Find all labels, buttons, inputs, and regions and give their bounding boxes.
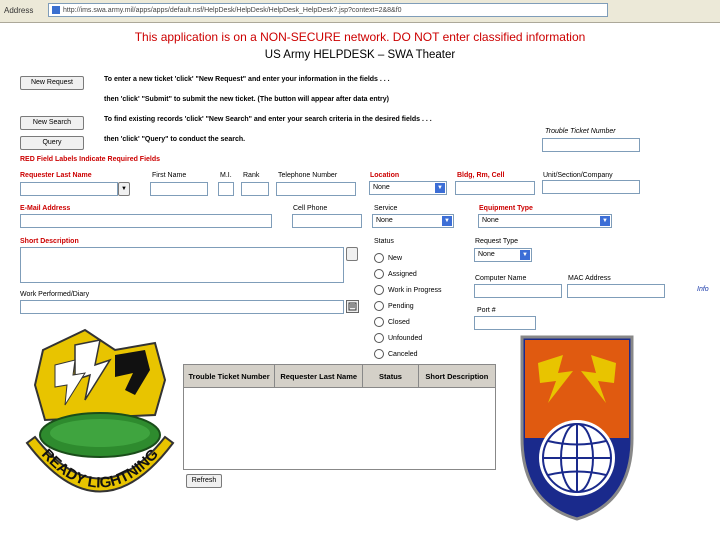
status-option-label: Pending — [388, 302, 414, 310]
status-option-label: Assigned — [388, 270, 417, 278]
status-option[interactable]: Pending — [374, 298, 442, 314]
spell-check-button[interactable] — [346, 247, 358, 261]
radio-icon — [374, 269, 384, 279]
request-type-label: Request Type — [475, 238, 519, 245]
new-search-button[interactable]: New Search — [20, 116, 84, 130]
trouble-ticket-label: Trouble Ticket Number — [545, 128, 616, 135]
status-option[interactable]: New — [374, 250, 442, 266]
status-option[interactable]: Canceled — [374, 346, 442, 362]
chevron-down-icon: ▼ — [600, 216, 610, 226]
chevron-down-icon: ▼ — [435, 183, 445, 193]
unit-input[interactable] — [542, 180, 640, 194]
equipment-type-label: Equipment Type — [479, 205, 533, 212]
address-label: Address — [4, 6, 34, 15]
chevron-down-icon: ▼ — [442, 216, 452, 226]
page-icon — [52, 6, 60, 15]
email-input[interactable] — [20, 214, 272, 228]
work-performed-input[interactable] — [20, 300, 344, 314]
service-label: Service — [374, 205, 398, 212]
status-option[interactable]: Unfounded — [374, 330, 442, 346]
computer-name-input[interactable] — [474, 284, 562, 298]
bldg-input[interactable] — [455, 181, 535, 195]
new-search-instructions: To find existing records 'click' "New Se… — [104, 116, 432, 123]
requester-last-name-input[interactable] — [20, 182, 118, 196]
results-table-body — [183, 388, 496, 470]
status-option-label: Work in Progress — [388, 286, 442, 294]
work-performed-label: Work Performed/Diary — [20, 291, 90, 298]
service-select[interactable]: None ▼ — [372, 214, 454, 228]
equipment-type-select[interactable]: None ▼ — [478, 214, 612, 228]
status-option-label: Canceled — [388, 350, 418, 358]
status-option[interactable]: Assigned — [374, 266, 442, 282]
security-warning: This application is on a NON-SECURE netw… — [134, 30, 586, 44]
rank-input[interactable] — [241, 182, 269, 196]
location-value: None — [373, 184, 390, 191]
signal-brigade-patch — [520, 335, 634, 521]
column-header: Short Description — [425, 371, 489, 381]
mac-address-label: MAC Address — [568, 275, 611, 282]
status-label: Status — [374, 238, 394, 245]
submit-instructions: then 'click' "Submit" to submit the new … — [104, 96, 389, 103]
required-note: RED Field Labels Indicate Required Field… — [20, 156, 161, 163]
chevron-down-icon: ▼ — [520, 250, 530, 260]
lookup-button[interactable]: ▼ — [118, 182, 130, 196]
mac-address-input[interactable] — [567, 284, 665, 298]
query-instructions: then 'click' "Query" to conduct the sear… — [104, 136, 246, 143]
telephone-input[interactable] — [276, 182, 356, 196]
status-radio-group: New Assigned Work in Progress Pending Cl… — [374, 250, 442, 362]
trouble-ticket-input[interactable] — [542, 138, 640, 152]
radio-icon — [374, 317, 384, 327]
mi-input[interactable] — [218, 182, 234, 196]
diary-icon[interactable] — [346, 300, 359, 313]
radio-icon — [374, 333, 384, 343]
status-option[interactable]: Work in Progress — [374, 282, 442, 298]
requester-last-name-label: Requester Last Name — [20, 172, 92, 179]
status-option[interactable]: Closed — [374, 314, 442, 330]
address-input[interactable]: http://ims.swa.army.mil/apps/apps/defaul… — [48, 3, 608, 17]
ready-lightning-insignia: READY LIGHTNING — [25, 328, 175, 493]
radio-icon — [374, 253, 384, 263]
bldg-label: Bldg, Rm, Cell — [457, 172, 505, 179]
location-select[interactable]: None ▼ — [369, 181, 447, 195]
radio-icon — [374, 301, 384, 311]
request-type-select[interactable]: None ▼ — [474, 248, 532, 262]
new-request-instructions: To enter a new ticket 'click' "New Reque… — [104, 76, 390, 83]
email-label: E-Mail Address — [20, 205, 71, 212]
info-link[interactable]: Info — [697, 286, 709, 293]
service-value: None — [376, 217, 393, 224]
short-description-label: Short Description — [20, 238, 79, 245]
refresh-button[interactable]: Refresh — [186, 474, 222, 488]
first-name-input[interactable] — [150, 182, 208, 196]
cell-phone-label: Cell Phone — [293, 205, 328, 212]
column-header: Status — [363, 365, 419, 387]
results-table-header: Trouble Ticket Number Requester Last Nam… — [183, 364, 496, 388]
port-input[interactable] — [474, 316, 536, 330]
radio-icon — [374, 285, 384, 295]
browser-address-bar: Address http://ims.swa.army.mil/apps/app… — [0, 0, 720, 23]
cell-phone-input[interactable] — [292, 214, 362, 228]
short-description-textarea[interactable] — [20, 247, 344, 283]
address-url: http://ims.swa.army.mil/apps/apps/defaul… — [63, 7, 402, 14]
status-option-label: New — [388, 254, 403, 262]
rank-label: Rank — [243, 172, 260, 179]
port-label: Port # — [477, 307, 496, 314]
unit-label: Unit/Section/Company — [543, 172, 613, 179]
telephone-label: Telephone Number — [278, 172, 338, 179]
insignia-shield — [33, 328, 167, 458]
radio-icon — [374, 349, 384, 359]
location-label: Location — [370, 172, 400, 179]
column-header: Trouble Ticket Number — [184, 365, 276, 387]
column-header: Requester Last Name — [275, 365, 364, 387]
query-button[interactable]: Query — [20, 136, 84, 150]
page-title: US Army HELPDESK – SWA Theater — [264, 49, 456, 61]
computer-name-label: Computer Name — [475, 275, 527, 282]
first-name-label: First Name — [152, 172, 187, 179]
new-request-button[interactable]: New Request — [20, 76, 84, 90]
request-type-value: None — [478, 251, 495, 258]
status-option-label: Closed — [388, 318, 410, 326]
mi-label: M.I. — [220, 172, 232, 179]
status-option-label: Unfounded — [388, 334, 423, 342]
equipment-value: None — [482, 217, 499, 224]
